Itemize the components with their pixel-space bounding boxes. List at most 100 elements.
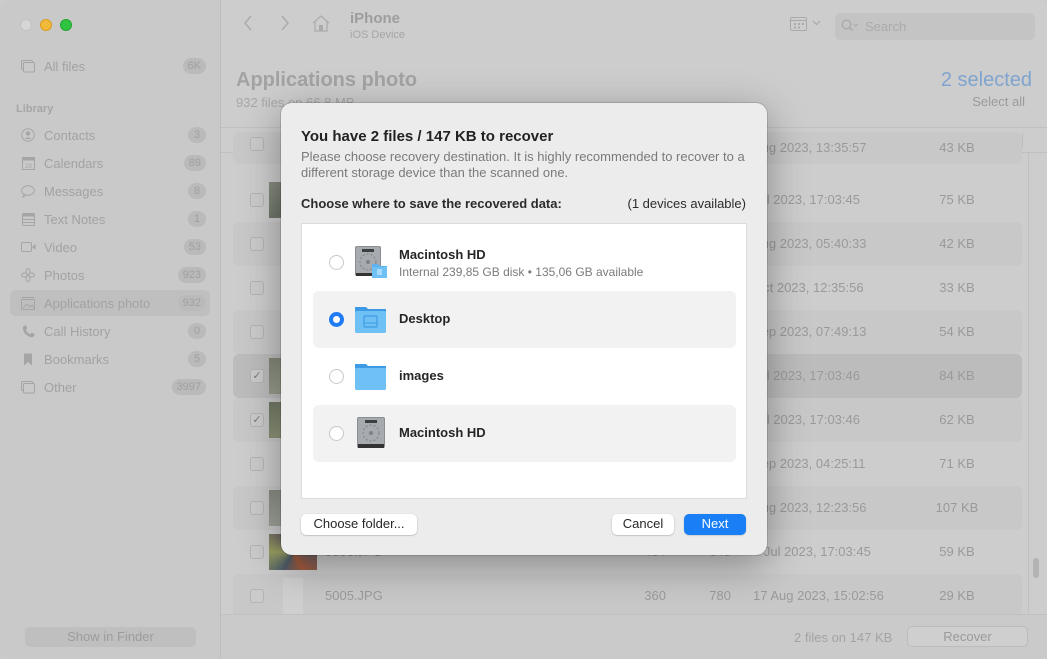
count-badge: 89 xyxy=(183,155,206,171)
sidebar-item-bookmarks[interactable]: Bookmarks 5 xyxy=(10,346,210,372)
count-badge: 8 xyxy=(188,183,206,199)
row-date: Sep 2023, 04:25:11 xyxy=(753,456,866,471)
row-checkbox[interactable] xyxy=(250,457,264,471)
cancel-button[interactable]: Cancel xyxy=(612,514,674,535)
row-size: 33 KB xyxy=(939,280,975,295)
row-date: Jul 2023, 17:03:46 xyxy=(753,412,860,427)
row-date: Jul 2023, 17:03:46 xyxy=(753,368,860,383)
row-date: Sep 2023, 07:49:13 xyxy=(753,324,867,339)
sidebar-item-calendars[interactable]: 29 Calendars 89 xyxy=(10,150,210,176)
row-checkbox-checked[interactable]: ✓ xyxy=(250,413,264,427)
recover-button[interactable]: Recover xyxy=(907,626,1028,647)
calendar-icon: 29 xyxy=(20,155,36,171)
sidebar-item-label: Contacts xyxy=(44,127,96,143)
row-date: Aug 2023, 13:35:57 xyxy=(753,140,867,155)
row-size: 54 KB xyxy=(939,324,975,339)
sidebar-item-label: Call History xyxy=(44,323,111,339)
destination-radio[interactable] xyxy=(329,369,344,384)
count-badge: 3997 xyxy=(171,379,206,395)
destination-radio[interactable] xyxy=(329,426,344,441)
sidebar-item-messages[interactable]: Messages 8 xyxy=(10,178,210,204)
destination-option[interactable]: Macintosh HD Internal 239,85 GB disk • 1… xyxy=(313,234,736,291)
column-separator[interactable] xyxy=(1022,133,1023,148)
sidebar-item-label: Calendars xyxy=(44,155,104,171)
destination-option[interactable]: images xyxy=(313,348,736,405)
row-size: 59 KB xyxy=(939,544,975,559)
row-size: 29 KB xyxy=(939,588,975,603)
table-row[interactable]: 5005.JPG 360 780 17 Aug 2023, 15:02:56 2… xyxy=(233,574,1022,618)
destination-radio-selected[interactable] xyxy=(329,312,344,327)
forward-icon[interactable] xyxy=(280,14,290,38)
sidebar-item-label: All files xyxy=(44,58,86,74)
sidebar-item-video[interactable]: Video 53 xyxy=(10,234,210,260)
photos-icon xyxy=(20,267,36,283)
contacts-icon xyxy=(20,127,36,143)
scrollbar-thumb[interactable] xyxy=(1033,558,1039,578)
row-size: 84 KB xyxy=(939,368,975,383)
app-window: All files 6K Library Contacts 3 29 Calen… xyxy=(0,0,1047,659)
destination-details: Internal 239,85 GB disk • 135,06 GB avai… xyxy=(399,265,644,279)
sidebar-item-photos[interactable]: Photos 923 xyxy=(10,262,210,288)
maximize-window-button[interactable] xyxy=(60,19,72,31)
count-badge: 3 xyxy=(188,127,206,143)
row-checkbox[interactable] xyxy=(250,281,264,295)
row-checkbox[interactable] xyxy=(250,193,264,207)
choose-folder-button[interactable]: Choose folder... xyxy=(301,514,417,535)
sidebar-item-contacts[interactable]: Contacts 3 xyxy=(10,122,210,148)
grid-view-icon xyxy=(790,17,808,34)
count-badge: 923 xyxy=(177,267,206,283)
row-checkbox[interactable] xyxy=(250,325,264,339)
row-date: 4 Jul 2023, 17:03:45 xyxy=(753,544,871,559)
hard-drive-icon xyxy=(354,245,388,279)
destination-label: Choose where to save the recovered data: xyxy=(301,196,562,211)
destination-name: Macintosh HD xyxy=(399,247,486,262)
row-size: 43 KB xyxy=(939,140,975,155)
footer-bar: 2 files on 147 KB Recover xyxy=(221,614,1047,659)
bookmark-icon xyxy=(20,351,36,367)
row-checkbox[interactable] xyxy=(250,237,264,251)
count-badge: 1 xyxy=(188,211,206,227)
back-icon[interactable] xyxy=(243,14,253,38)
row-date: 17 Aug 2023, 15:02:56 xyxy=(753,588,884,603)
sidebar-item-applications-photo[interactable]: Applications photo 932 xyxy=(10,290,210,316)
sidebar-item-text-notes[interactable]: Text Notes 1 xyxy=(10,206,210,232)
destination-option[interactable]: Macintosh HD xyxy=(313,405,736,462)
row-checkbox-checked[interactable]: ✓ xyxy=(250,369,264,383)
destination-name: Macintosh HD xyxy=(399,425,486,440)
destination-name: images xyxy=(399,368,444,383)
row-date: Aug 2023, 05:40:33 xyxy=(753,236,867,251)
row-size: 71 KB xyxy=(939,456,975,471)
row-checkbox[interactable] xyxy=(250,501,264,515)
search-input[interactable]: Search xyxy=(835,13,1035,40)
home-icon[interactable] xyxy=(312,15,330,38)
search-icon xyxy=(841,19,859,35)
show-in-finder-button[interactable]: Show in Finder xyxy=(25,627,196,647)
phone-icon xyxy=(20,323,36,339)
minimize-window-button[interactable] xyxy=(40,19,52,31)
row-checkbox[interactable] xyxy=(250,589,264,603)
app-photo-icon xyxy=(20,295,36,311)
sidebar-item-all-files[interactable]: All files 6K xyxy=(10,53,210,79)
sidebar-item-call-history[interactable]: Call History 0 xyxy=(10,318,210,344)
row-checkbox[interactable] xyxy=(250,137,264,151)
svg-text:29: 29 xyxy=(25,164,32,170)
sidebar-item-label: Bookmarks xyxy=(44,351,110,367)
device-type: iOS Device xyxy=(350,29,406,41)
close-window-button[interactable] xyxy=(20,19,32,31)
sidebar-item-label: Video xyxy=(44,239,78,255)
destination-radio[interactable] xyxy=(329,255,344,270)
vertical-scrollbar[interactable] xyxy=(1028,153,1042,613)
next-button[interactable]: Next xyxy=(684,514,746,535)
view-mode-button[interactable] xyxy=(790,17,824,33)
notes-icon xyxy=(20,211,36,227)
destination-list: Macintosh HD Internal 239,85 GB disk • 1… xyxy=(301,223,747,499)
destination-option-selected[interactable]: Desktop xyxy=(313,291,736,348)
video-icon xyxy=(20,239,36,255)
select-all-link[interactable]: Select all xyxy=(972,94,1025,109)
row-checkbox[interactable] xyxy=(250,545,264,559)
selection-summary: 2 files on 147 KB xyxy=(794,630,893,645)
sidebar-item-label: Messages xyxy=(44,183,104,199)
all-files-icon xyxy=(20,58,36,74)
sidebar-item-other[interactable]: Other 3997 xyxy=(10,374,210,400)
destination-name: Desktop xyxy=(399,311,451,326)
